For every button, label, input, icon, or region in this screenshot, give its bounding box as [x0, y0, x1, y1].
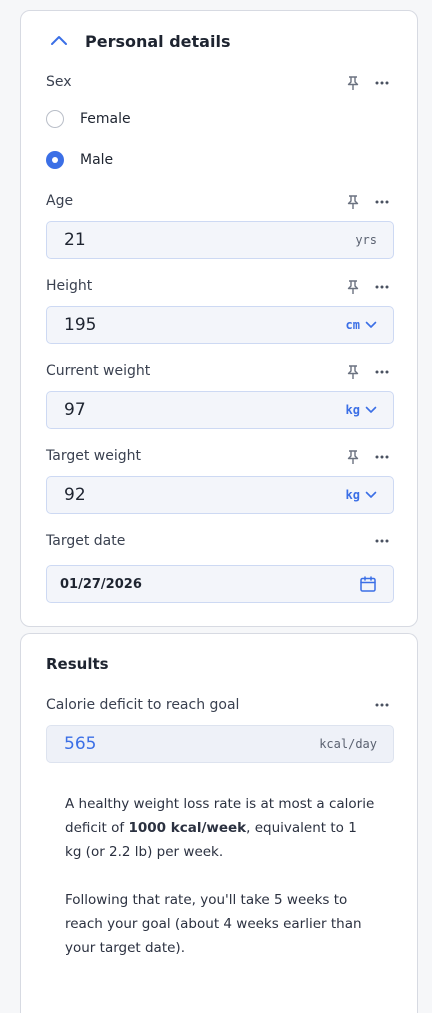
more-options-icon[interactable] — [375, 280, 389, 294]
height-value[interactable]: 195 — [64, 315, 96, 335]
current-weight-unit-select[interactable]: kg — [346, 403, 377, 417]
target-weight-label: Target weight — [46, 448, 141, 464]
pin-icon[interactable] — [345, 449, 361, 465]
target-date-label: Target date — [46, 533, 126, 549]
target-weight-unit: kg — [345, 488, 360, 502]
height-input[interactable]: 195 cm — [46, 306, 394, 344]
more-options-icon[interactable] — [375, 365, 389, 379]
radio-female-label: Female — [80, 111, 131, 127]
target-date-actions — [375, 534, 389, 548]
radio-male-circle[interactable] — [46, 151, 64, 169]
pin-icon[interactable] — [345, 75, 361, 91]
healthy-rate-paragraph: A healthy weight loss rate is at most a … — [65, 792, 375, 864]
chevron-down-icon — [365, 406, 377, 413]
sex-actions — [345, 75, 389, 91]
sex-label: Sex — [46, 74, 72, 90]
chevron-up-icon[interactable] — [49, 31, 69, 51]
calorie-deficit-value: 565 — [64, 734, 97, 754]
chevron-down-icon — [365, 491, 377, 498]
pin-icon[interactable] — [345, 279, 361, 295]
height-unit: cm — [345, 318, 360, 332]
calorie-deficit-actions — [375, 698, 389, 712]
personal-details-title: Personal details — [85, 31, 231, 51]
height-label: Height — [46, 278, 93, 294]
calorie-deficit-label: Calorie deficit to reach goal — [46, 697, 240, 713]
current-weight-actions — [345, 364, 389, 380]
radio-male[interactable]: Male — [46, 151, 113, 169]
age-label: Age — [46, 193, 74, 209]
target-weight-value[interactable]: 92 — [64, 485, 86, 505]
target-weight-unit-select[interactable]: kg — [346, 488, 377, 502]
current-weight-label: Current weight — [46, 363, 151, 379]
more-options-icon[interactable] — [375, 195, 389, 209]
personal-details-header[interactable]: Personal details — [49, 31, 230, 51]
age-actions — [345, 194, 389, 210]
target-date-value[interactable]: 01/27/2026 — [60, 577, 142, 592]
current-weight-value[interactable]: 97 — [64, 400, 86, 420]
calorie-deficit-output: 565 kcal/day — [46, 725, 394, 763]
healthy-rate-bold: 1000 kcal/week — [128, 820, 247, 836]
more-options-icon[interactable] — [375, 76, 389, 90]
height-unit-select[interactable]: cm — [346, 318, 377, 332]
radio-male-label: Male — [80, 152, 114, 168]
timeline-paragraph: Following that rate, you'll take 5 weeks… — [65, 892, 362, 956]
more-options-icon[interactable] — [375, 450, 389, 464]
radio-female-circle[interactable] — [46, 110, 64, 128]
chevron-down-icon — [365, 321, 377, 328]
calendar-icon[interactable] — [359, 575, 377, 593]
current-weight-unit: kg — [345, 403, 360, 417]
results-explanation: A healthy weight loss rate is at most a … — [65, 792, 375, 960]
current-weight-input[interactable]: 97 kg — [46, 391, 394, 429]
target-date-input[interactable]: 01/27/2026 — [46, 565, 394, 603]
calorie-deficit-unit: kcal/day — [319, 737, 377, 751]
radio-female[interactable]: Female — [46, 110, 131, 128]
target-weight-input[interactable]: 92 kg — [46, 476, 394, 514]
age-unit: yrs — [355, 233, 377, 247]
results-title: Results — [46, 655, 109, 673]
age-value[interactable]: 21 — [64, 230, 86, 250]
personal-details-card: Personal details Sex Female Male Age 21 … — [20, 10, 418, 627]
pin-icon[interactable] — [345, 364, 361, 380]
pin-icon[interactable] — [345, 194, 361, 210]
more-options-icon[interactable] — [375, 534, 389, 548]
height-actions — [345, 279, 389, 295]
age-input[interactable]: 21 yrs — [46, 221, 394, 259]
results-card: Results Calorie deficit to reach goal 56… — [20, 633, 418, 1013]
target-weight-actions — [345, 449, 389, 465]
more-options-icon[interactable] — [375, 698, 389, 712]
